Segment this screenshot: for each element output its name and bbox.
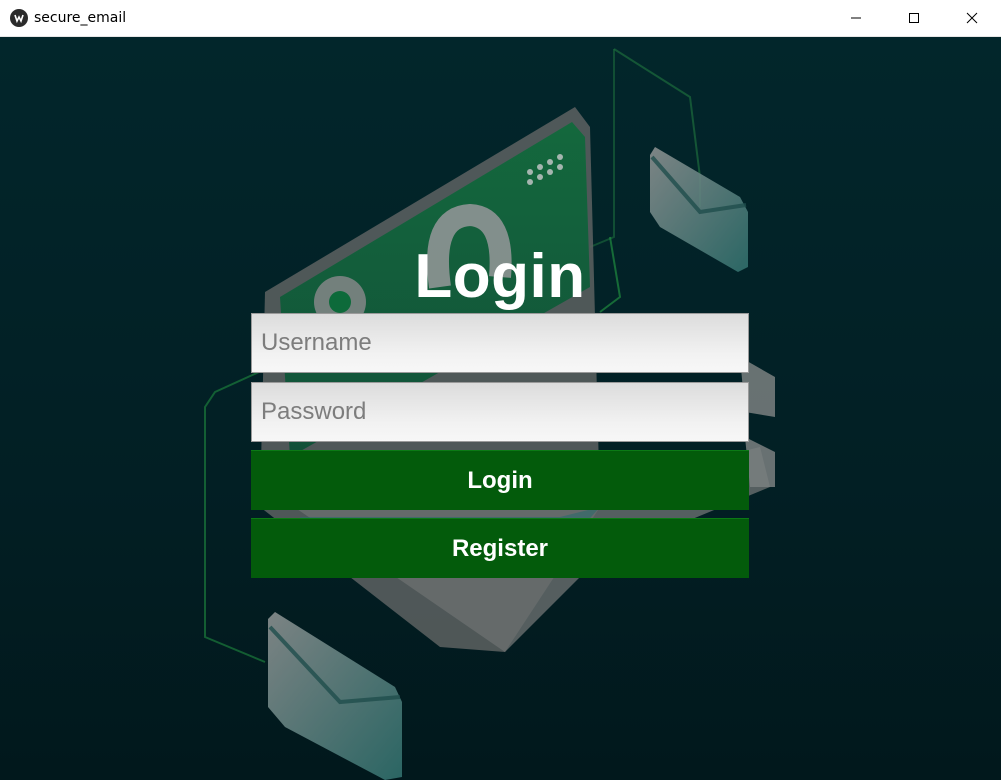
- maximize-icon: [909, 13, 919, 23]
- register-button-label: Register: [451, 534, 549, 562]
- window-controls: [827, 0, 1001, 36]
- register-button[interactable]: Register: [251, 518, 749, 578]
- minimize-button[interactable]: [827, 0, 885, 36]
- password-placeholder: Password: [261, 398, 367, 425]
- title-bar: secure_email: [0, 0, 1001, 37]
- window-title: secure_email: [34, 10, 127, 26]
- maximize-button[interactable]: [885, 0, 943, 36]
- close-icon: [966, 12, 978, 24]
- minimize-icon: [851, 17, 861, 19]
- login-button-label: Login: [467, 466, 533, 494]
- login-screen: Login Username Password Login Register: [0, 37, 1001, 780]
- login-heading: Login: [414, 242, 586, 311]
- username-placeholder: Username: [261, 329, 372, 356]
- username-field[interactable]: Username: [251, 313, 749, 373]
- app-icon: [10, 9, 28, 27]
- login-button[interactable]: Login: [251, 450, 749, 510]
- password-field[interactable]: Password: [251, 382, 749, 442]
- close-button[interactable]: [943, 0, 1001, 36]
